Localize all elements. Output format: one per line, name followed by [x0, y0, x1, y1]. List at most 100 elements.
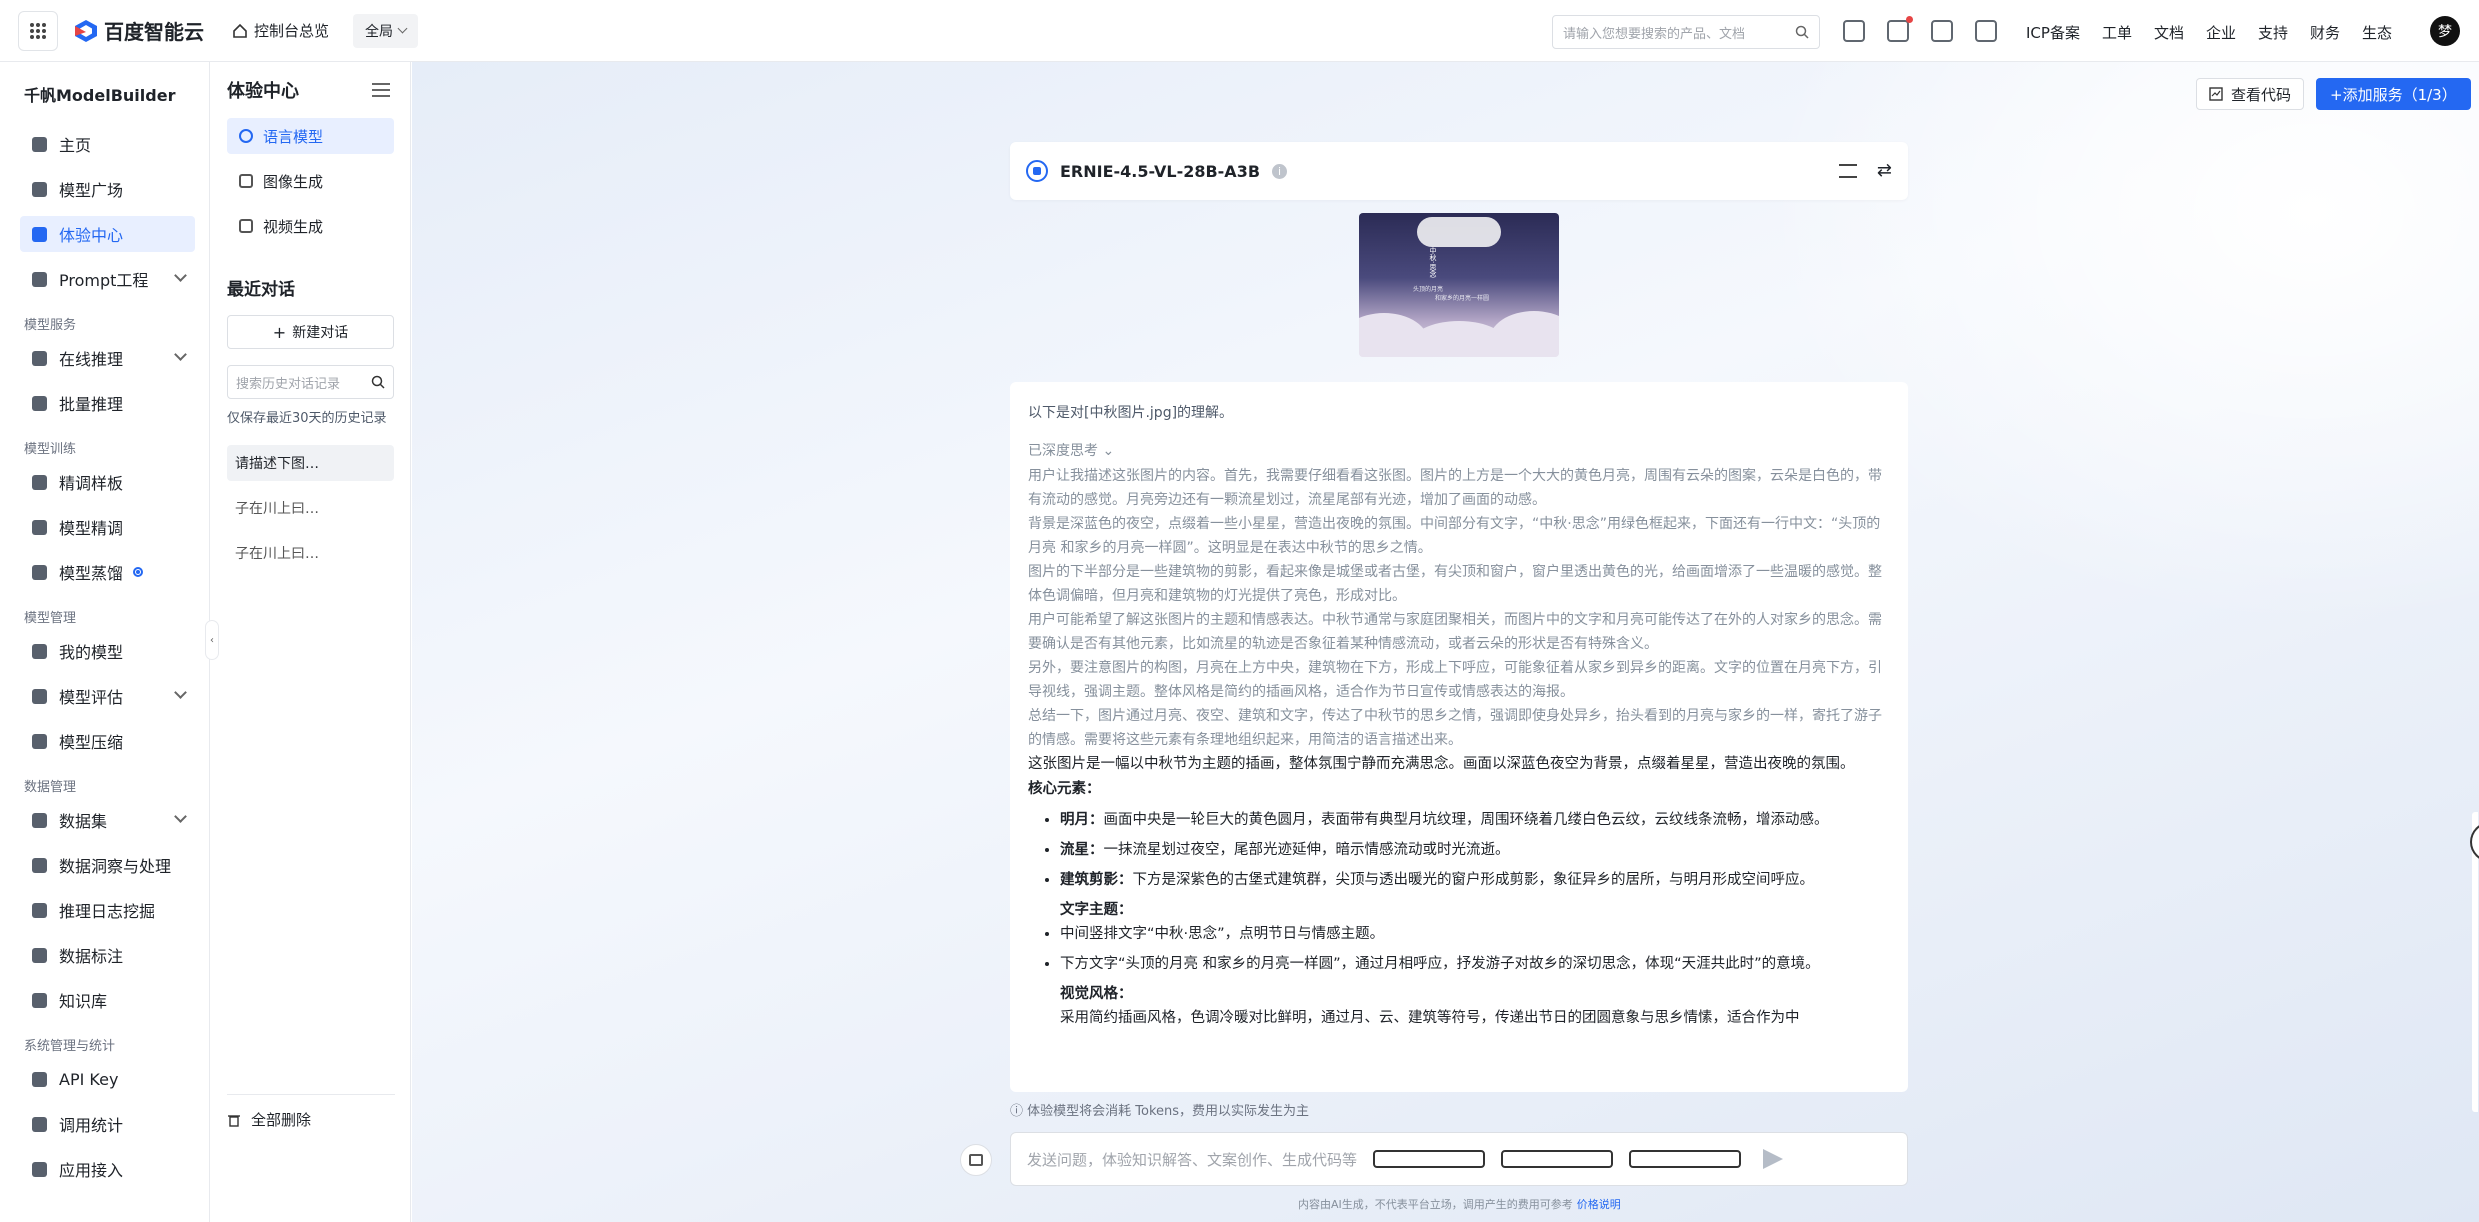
sidebar-item-log-mining[interactable]: 推理日志挖掘 — [20, 892, 195, 928]
history-item[interactable]: 请描述下图… — [227, 445, 394, 481]
chat-input-placeholder: 发送问题，体验知识解答、文案创作、生成代码等 — [1027, 1150, 1358, 1169]
top-link-ticket[interactable]: 工单 — [2102, 22, 2132, 43]
swap-icon[interactable]: ⇄ — [1877, 162, 1892, 180]
dashboard-icon[interactable] — [1843, 20, 1865, 42]
send-icon[interactable] — [1763, 1149, 1891, 1169]
top-link-enterprise[interactable]: 企业 — [2206, 22, 2236, 43]
sidebar-item-experience-center[interactable]: 体验中心 — [20, 216, 195, 252]
tab-image-generation[interactable]: 图像生成 — [227, 163, 394, 199]
user-avatar[interactable]: 梦 — [2430, 16, 2460, 46]
list-item: 明月：画面中央是一轮巨大的黄色圆月，表面带有典型月坑纹理，周围环绕着几缕白色云纹… — [1060, 808, 1890, 832]
message-icon[interactable] — [1887, 16, 1913, 42]
thinking-paragraph: 总结一下，图片通过月亮、夜空、建筑和文字，传达了中秋节的思乡之情，强调即使身处异… — [1028, 708, 1882, 748]
prompt-icon — [32, 271, 47, 287]
chevron-down-icon — [174, 810, 187, 823]
sidebar-item-label: 模型广场 — [59, 181, 124, 200]
info-icon[interactable]: i — [1272, 163, 1288, 179]
global-search-input[interactable]: 请输入您想要搜索的产品、文档 — [1552, 15, 1820, 49]
new-chat-button[interactable]: + 新建对话 — [227, 315, 394, 349]
sidebar-item-label: 模型精调 — [59, 519, 124, 538]
template-icon — [32, 474, 47, 490]
cube-icon — [32, 181, 47, 197]
sidebar-item-label: 模型评估 — [59, 688, 124, 707]
sidebar-item-label: 数据洞察与处理 — [59, 857, 172, 876]
tab-video-generation[interactable]: 视频生成 — [227, 208, 394, 244]
sidebar-item-label: 精调样板 — [59, 474, 124, 493]
history-item[interactable]: 子在川上曰… — [227, 490, 394, 526]
tab-language-model[interactable]: 语言模型 — [227, 118, 394, 154]
search-icon[interactable] — [371, 375, 385, 389]
video-upload-icon[interactable] — [1501, 1150, 1614, 1168]
history-item[interactable]: 子在川上曰… — [227, 535, 394, 571]
collapse-menu-icon[interactable] — [372, 83, 390, 97]
top-links: ICP备案 工单 文档 企业 支持 财务 生态 — [2026, 22, 2392, 43]
sidebar-item-evaluation[interactable]: 模型评估 — [20, 678, 195, 714]
new-chat-label: 新建对话 — [292, 325, 349, 341]
distill-icon — [32, 564, 47, 580]
settings-sliders-icon[interactable] — [1838, 164, 1857, 178]
sidebar-item-usage-stats[interactable]: 调用统计 — [20, 1106, 195, 1142]
sidebar-item-online-inference[interactable]: 在线推理 — [20, 340, 195, 376]
cart-icon[interactable] — [1931, 20, 1953, 42]
sidebar-item-prompt[interactable]: Prompt工程 — [20, 261, 195, 297]
chevron-down-icon: ⌄ — [1102, 443, 1115, 459]
delete-all-label: 全部删除 — [251, 1111, 312, 1129]
top-link-icp[interactable]: ICP备案 — [2026, 22, 2080, 43]
thinking-content: 用户让我描述这张图片的内容。首先，我需要仔细看看这张图。图片的上方是一个大大的黄… — [1028, 464, 1890, 752]
sidebar-item-finetune-template[interactable]: 精调样板 — [20, 464, 195, 500]
answer-intro: 以下是对[中秋图片.jpg]的理解。 — [1028, 405, 1234, 421]
sidebar-item-annotation[interactable]: 数据标注 — [20, 937, 195, 973]
image-upload-icon[interactable] — [1373, 1150, 1486, 1168]
sidebar-item-label: 模型压缩 — [59, 733, 124, 752]
image-icon — [239, 174, 253, 188]
model-name[interactable]: ERNIE-4.5-VL-28B-A3B — [1060, 162, 1260, 181]
top-link-support[interactable]: 支持 — [2258, 22, 2288, 43]
tab-label: 语言模型 — [263, 127, 324, 146]
search-icon[interactable] — [1795, 25, 1809, 39]
top-link-finance[interactable]: 财务 — [2310, 22, 2340, 43]
pricing-link[interactable]: 价格说明 — [1577, 1198, 1621, 1211]
text-theme-list: 中间竖排文字“中秋·思念”，点明节日与情感主题。 下方文字“头顶的月亮 和家乡的… — [1060, 922, 1890, 976]
sidebar-item-datasets[interactable]: 数据集 — [20, 802, 195, 838]
delete-all-button[interactable]: 全部删除 — [227, 1094, 395, 1130]
sidebar-item-app-access[interactable]: 应用接入 — [20, 1151, 195, 1187]
sidebar-item-distill[interactable]: 模型蒸馏 — [20, 554, 195, 590]
sidebar-item-compress[interactable]: 模型压缩 — [20, 723, 195, 759]
sidebar-item-data-insight[interactable]: 数据洞察与处理 — [20, 847, 195, 883]
clear-context-button[interactable] — [960, 1144, 992, 1176]
logo-text: 百度智能云 — [104, 20, 204, 44]
primary-sidebar: 千帆ModelBuilder 主页 模型广场 体验中心 Prompt工程 模型服… — [0, 62, 210, 1222]
sidebar-item-label: 在线推理 — [59, 350, 124, 369]
view-code-button[interactable]: 查看代码 — [2196, 78, 2305, 110]
top-link-docs[interactable]: 文档 — [2154, 22, 2184, 43]
sidebar-item-api-key[interactable]: API Key — [20, 1061, 195, 1097]
history-search-input[interactable]: 搜索历史对话记录 — [227, 365, 394, 399]
sidebar-collapse-handle[interactable]: ‹ — [205, 620, 219, 660]
deep-thinking-toggle[interactable]: 已深度思考 ⌄ — [1028, 440, 1890, 460]
file-upload-icon[interactable] — [1629, 1150, 1742, 1168]
sidebar-item-knowledge-base[interactable]: 知识库 — [20, 982, 195, 1018]
top-link-ecosystem[interactable]: 生态 — [2362, 22, 2392, 43]
sidebar-item-model-square[interactable]: 模型广场 — [20, 171, 195, 207]
sidebar-item-batch-inference[interactable]: 批量推理 — [20, 385, 195, 421]
baidu-cloud-logo[interactable]: 百度智能云 — [74, 16, 204, 45]
sidebar-item-home[interactable]: 主页 — [20, 126, 195, 162]
top-icon-group — [1843, 16, 1997, 42]
sidebar-item-my-models[interactable]: 我的模型 — [20, 633, 195, 669]
tag-icon — [32, 947, 47, 963]
database-icon — [32, 812, 47, 828]
pie-icon — [32, 857, 47, 873]
sidebar-item-label: 体验中心 — [59, 226, 124, 245]
add-service-button[interactable]: +添加服务（1/3） — [2316, 78, 2471, 110]
uploaded-image-thumbnail[interactable]: 中秋·思念 头顶的月亮 和家乡的月亮一样圆 — [1359, 213, 1559, 357]
compress-icon — [32, 733, 47, 749]
sidebar-item-label: 知识库 — [59, 992, 108, 1011]
chat-input[interactable]: 发送问题，体验知识解答、文案创作、生成代码等 — [1010, 1132, 1908, 1186]
sidebar-item-finetune[interactable]: 模型精调 — [20, 509, 195, 545]
product-menu-button[interactable] — [18, 10, 58, 51]
broom-icon — [969, 1154, 983, 1166]
region-selector[interactable]: 全局 — [353, 13, 419, 48]
console-overview-link[interactable]: 控制台总览 — [232, 20, 329, 41]
document-icon[interactable] — [1975, 20, 1997, 42]
view-code-label: 查看代码 — [2231, 85, 2292, 104]
